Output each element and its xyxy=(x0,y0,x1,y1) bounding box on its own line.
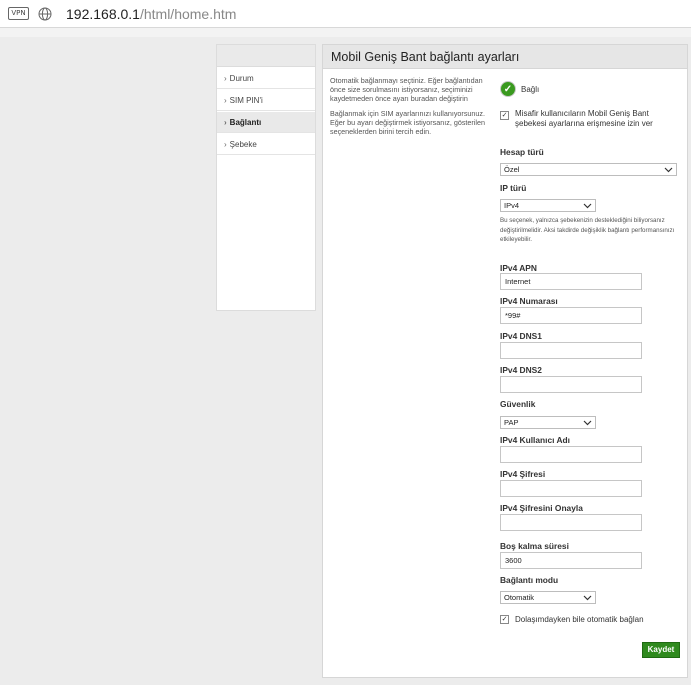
ip-type-label: IP türü xyxy=(500,183,527,193)
url-field[interactable]: 192.168.0.1/html/home.htm xyxy=(66,6,236,22)
username-input[interactable] xyxy=(500,446,642,463)
security-value: PAP xyxy=(504,418,519,427)
number-label: IPv4 Numarası xyxy=(500,296,558,306)
url-host: 192.168.0.1 xyxy=(66,5,140,22)
guest-access-label: Misafir kullanıcıların Mobil Geniş Bant … xyxy=(515,109,653,128)
page-title: Mobil Geniş Bant bağlantı ayarları xyxy=(323,45,687,69)
sidebar-item-label: Durum xyxy=(229,74,254,83)
page-top-strip xyxy=(0,28,691,37)
ip-type-value: IPv4 xyxy=(504,201,520,210)
dns2-input[interactable] xyxy=(500,376,642,393)
account-type-select[interactable]: Özel xyxy=(500,163,677,176)
roaming-label: Dolaşımdayken bile otomatik bağlan xyxy=(515,615,644,624)
sidebar-item-sim-pin[interactable]: › SIM PIN'i xyxy=(217,90,315,111)
checkmark-circle-icon: ✓ xyxy=(500,81,516,97)
vpn-badge-icon[interactable]: VPN xyxy=(8,7,29,20)
password-confirm-label: IPv4 Şifresini Onayla xyxy=(500,503,583,513)
idle-time-input[interactable]: 3600 xyxy=(500,552,642,569)
dns1-input[interactable] xyxy=(500,342,642,359)
description-auto-connect: Otomatik bağlanmayı seçtiniz. Eğer bağla… xyxy=(330,76,483,104)
connection-mode-label: Bağlantı modu xyxy=(500,575,559,585)
chevron-right-icon: › xyxy=(224,74,227,83)
ip-type-select[interactable]: IPv4 xyxy=(500,199,596,212)
sidebar-header xyxy=(217,45,315,67)
sidebar-item-label: Şebeke xyxy=(229,140,257,149)
description-sim-settings: Bağlanmak için SIM ayarlarınızı kullanıy… xyxy=(330,108,485,137)
password-confirm-input[interactable] xyxy=(500,514,642,531)
save-button[interactable]: Kaydet xyxy=(642,642,680,658)
password-input[interactable] xyxy=(500,480,642,497)
security-label: Güvenlik xyxy=(500,399,536,409)
settings-panel: Mobil Geniş Bant bağlantı ayarları Otoma… xyxy=(322,44,688,678)
guest-access-checkbox[interactable]: ✓ xyxy=(500,111,509,120)
sidebar: › Durum › SIM PIN'i › Bağlantı › Şebeke xyxy=(216,44,316,311)
chevron-down-icon xyxy=(583,420,592,426)
sidebar-item-baglanti[interactable]: › Bağlantı xyxy=(217,112,315,133)
connection-mode-select[interactable]: Otomatik xyxy=(500,591,596,604)
chevron-right-icon: › xyxy=(224,118,227,127)
idle-time-label: Boş kalma süresi xyxy=(500,541,569,551)
sidebar-item-label: Bağlantı xyxy=(229,118,262,127)
globe-icon[interactable] xyxy=(38,7,52,21)
chevron-down-icon xyxy=(583,203,592,209)
chevron-down-icon xyxy=(664,167,673,173)
apn-input[interactable]: Internet xyxy=(500,273,642,290)
sidebar-item-durum[interactable]: › Durum xyxy=(217,68,315,89)
sidebar-item-sebeke[interactable]: › Şebeke xyxy=(217,134,315,155)
dns1-label: IPv4 DNS1 xyxy=(500,331,542,341)
description: Otomatik bağlanmayı seçtiniz. Eğer bağla… xyxy=(330,76,490,136)
roaming-checkbox[interactable]: ✓ xyxy=(500,615,509,624)
connection-mode-value: Otomatik xyxy=(504,593,535,602)
chevron-down-icon xyxy=(583,595,592,601)
sidebar-item-label: SIM PIN'i xyxy=(229,96,263,105)
chevron-right-icon: › xyxy=(224,96,227,105)
number-input[interactable]: *99# xyxy=(500,307,642,324)
dns2-label: IPv4 DNS2 xyxy=(500,365,542,375)
account-type-value: Özel xyxy=(504,165,520,174)
username-label: IPv4 Kullanıcı Adı xyxy=(500,435,570,445)
url-path: /html/home.htm xyxy=(139,5,237,22)
ip-type-note: Bu seçenek, yalnızca şebekenizin destekl… xyxy=(500,217,675,243)
account-type-label: Hesap türü xyxy=(500,147,544,157)
security-select[interactable]: PAP xyxy=(500,416,596,429)
apn-label: IPv4 APN xyxy=(500,263,537,273)
status-label: Bağlı xyxy=(521,85,540,94)
chevron-right-icon: › xyxy=(224,140,227,149)
address-bar: VPN 192.168.0.1/html/home.htm xyxy=(0,0,691,28)
password-label: IPv4 Şifresi xyxy=(500,469,546,479)
